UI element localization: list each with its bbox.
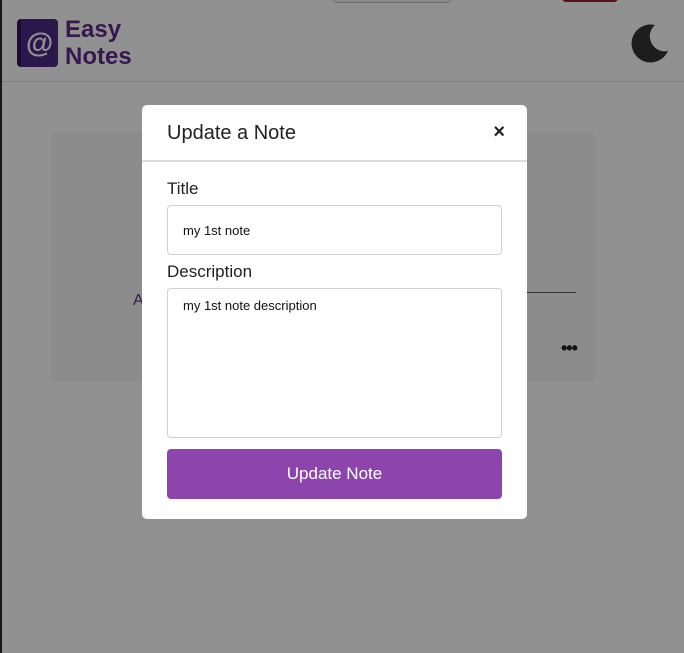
modal-title: Update a Note: [167, 122, 296, 144]
update-note-modal: Update a Note × Title Description my 1st…: [142, 105, 527, 519]
description-label: Description: [167, 262, 253, 281]
close-icon[interactable]: ×: [493, 121, 505, 144]
title-input[interactable]: [167, 205, 502, 255]
update-note-button[interactable]: Update Note: [167, 449, 502, 499]
description-input[interactable]: my 1st note description: [167, 288, 502, 438]
app-root: @ Easy Notes A ••• Update a Note × Title…: [0, 0, 684, 653]
modal-header: Update a Note ×: [142, 105, 527, 162]
title-label: Title: [167, 179, 199, 198]
